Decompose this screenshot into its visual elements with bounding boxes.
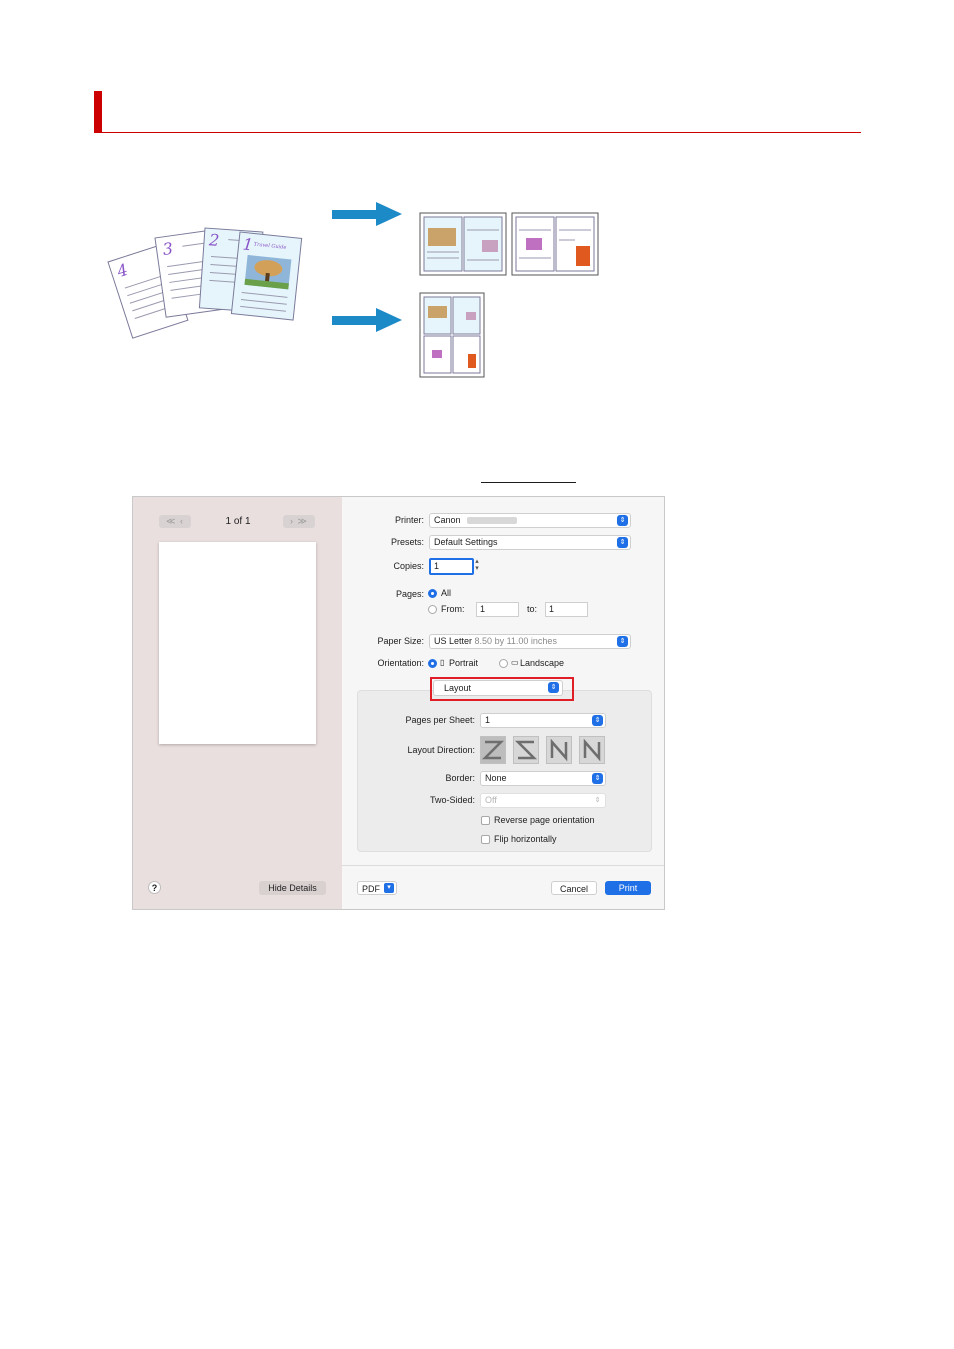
landscape-label: Landscape <box>520 658 565 668</box>
pages-range-radio[interactable] <box>428 605 437 614</box>
arrow-right-top-icon <box>332 202 402 226</box>
page-number-2: 2 <box>208 230 220 250</box>
two-sided-value: Off <box>485 795 497 805</box>
page-count: 1 of 1 <box>225 516 251 527</box>
help-button[interactable]: ? <box>148 881 161 894</box>
chevron-updown-icon: ⇕ <box>594 797 601 804</box>
settings-pane: Printer: Canon ⇕ Presets: Default Settin… <box>342 497 664 909</box>
pages-all-radio[interactable] <box>428 589 437 598</box>
link-underline <box>481 482 576 483</box>
printer-model-blurred <box>467 517 518 525</box>
landscape-icon: ▭ <box>511 658 519 667</box>
pdf-menu-button[interactable]: PDF ▾ <box>357 881 397 895</box>
presets-label: Presets: <box>390 537 424 547</box>
portrait-icon: ▯ <box>440 658 445 667</box>
hide-details-button[interactable]: Hide Details <box>259 881 326 895</box>
pages-to-field[interactable]: 1 <box>545 602 588 617</box>
printer-value: Canon <box>434 515 461 525</box>
layout-direction-n-icon[interactable] <box>579 736 605 764</box>
border-value: None <box>485 773 507 783</box>
two-sided-label: Two-Sided: <box>429 795 475 805</box>
orientation-label: Orientation: <box>377 658 424 668</box>
pages-all-label: All <box>441 588 452 598</box>
copies-label: Copies: <box>393 561 424 571</box>
orientation-landscape-radio[interactable] <box>499 659 508 668</box>
presets-select[interactable]: Default Settings ⇕ <box>429 535 631 550</box>
paper-size-detail: 8.50 by 11.00 inches <box>474 636 557 646</box>
reverse-orientation-label: Reverse page orientation <box>494 815 595 825</box>
chevron-updown-icon: ⇕ <box>617 636 628 647</box>
layout-direction-z-icon[interactable] <box>480 736 506 764</box>
page-number-1: 1 <box>242 234 254 254</box>
portrait-label: Portrait <box>449 658 479 668</box>
pages-per-sheet-value: 1 <box>485 715 491 725</box>
print-button[interactable]: Print <box>605 881 651 895</box>
chevron-updown-icon: ⇕ <box>592 773 603 784</box>
copies-stepper[interactable]: ▴ ▾ <box>473 558 481 573</box>
result-sheet-4up <box>419 292 485 378</box>
cancel-button[interactable]: Cancel <box>551 881 597 895</box>
print-dialog: ≪ ‹ 1 of 1 › ≫ ? Hide Details Printer: C… <box>132 496 665 910</box>
printer-select[interactable]: Canon ⇕ <box>429 513 631 528</box>
result-sheet-2up-a <box>419 212 507 276</box>
presets-value: Default Settings <box>434 537 498 547</box>
two-sided-select[interactable]: Off ⇕ <box>480 793 606 808</box>
printer-label: Printer: <box>394 515 424 525</box>
pdf-label: PDF <box>362 884 380 894</box>
section-select-highlight <box>430 677 574 701</box>
orientation-portrait-radio[interactable] <box>428 659 437 668</box>
preview-pane: ≪ ‹ 1 of 1 › ≫ ? Hide Details <box>133 497 342 909</box>
arrow-right-bottom-icon <box>332 308 402 332</box>
previous-page-button[interactable]: ≪ ‹ <box>159 515 191 528</box>
paper-size-select[interactable]: US Letter 8.50 by 11.00 inches ⇕ <box>429 634 631 649</box>
border-label: Border: <box>445 773 475 783</box>
layout-direction-label: Layout Direction: <box>407 745 475 755</box>
layout-direction-reverse-z-icon[interactable] <box>513 736 539 764</box>
result-sheet-2up-b <box>511 212 599 276</box>
paper-size-value: US Letter <box>434 636 473 646</box>
reverse-orientation-checkbox[interactable] <box>481 816 490 825</box>
pages-label: Pages: <box>395 589 424 599</box>
layout-illustration: 4 3 2 1 Travel Guide <box>107 202 599 378</box>
pages-from-field[interactable]: 1 <box>476 602 519 617</box>
copies-field[interactable]: 1 <box>429 558 474 575</box>
next-page-button[interactable]: › ≫ <box>283 515 315 528</box>
pages-per-sheet-select[interactable]: 1 ⇕ <box>480 713 606 728</box>
flip-horizontally-checkbox[interactable] <box>481 835 490 844</box>
footer-divider <box>342 865 664 866</box>
layout-direction-reverse-n-icon[interactable] <box>546 736 572 764</box>
heading-bar <box>94 91 102 133</box>
pages-per-sheet-label: Pages per Sheet: <box>405 715 475 725</box>
page-preview <box>159 542 316 744</box>
border-select[interactable]: None ⇕ <box>480 771 606 786</box>
source-page-1: 1 Travel Guide <box>230 231 303 321</box>
chevron-updown-icon: ⇕ <box>617 515 628 526</box>
chevron-down-icon: ▾ <box>384 883 394 893</box>
chevron-updown-icon: ⇕ <box>617 537 628 548</box>
flip-horizontally-label: Flip horizontally <box>494 834 557 844</box>
chevron-updown-icon: ⇕ <box>592 715 603 726</box>
heading-rule <box>94 132 861 133</box>
paper-size-label: Paper Size: <box>377 636 424 646</box>
pages-to-label: to: <box>527 604 538 614</box>
pages-from-label: From: <box>441 604 465 614</box>
